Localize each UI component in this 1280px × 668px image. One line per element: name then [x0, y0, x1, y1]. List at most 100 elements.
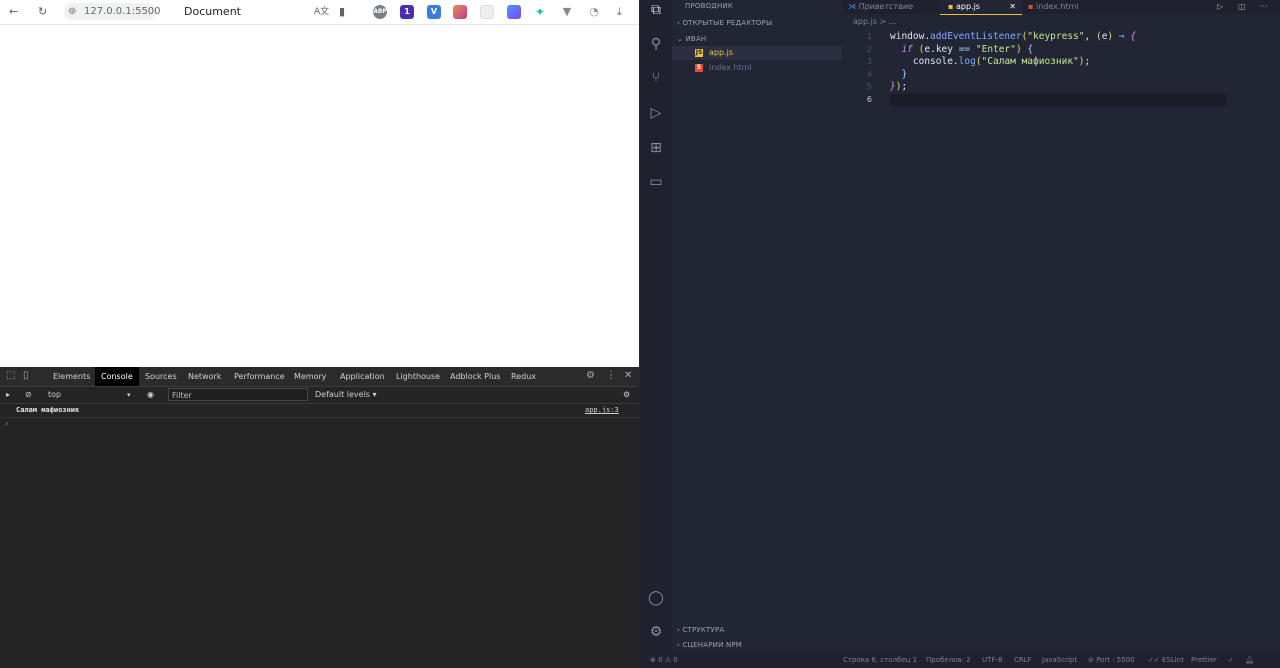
run-debug-icon[interactable]: ▷ [648, 105, 664, 121]
activity-bar: ⧉ ⚲ ⑂ ▷ ⊞ ▭ ◯ ⚙ [640, 0, 672, 652]
npm-scripts-section[interactable]: › СЦЕНАРИИ NPM [677, 641, 742, 649]
extensions-icon[interactable]: ⊞ [648, 140, 664, 156]
url-text: 127.0.0.1:5500 [84, 6, 161, 17]
language-mode[interactable]: JavaScript [1042, 655, 1077, 665]
search-icon[interactable]: ⚲ [648, 36, 664, 52]
tab-console[interactable]: Console [95, 367, 139, 386]
devtools-tab-bar: ⬚ ▯ Elements Console Sources Network Per… [0, 367, 639, 387]
tab-welcome[interactable]: ⋊ Приветствие [848, 0, 913, 14]
tab-redux[interactable]: Redux [511, 367, 536, 386]
file-item-index-html[interactable]: 5 index.html [672, 61, 842, 75]
abp-extension-icon[interactable]: ABP [373, 5, 387, 19]
chevron-down-icon[interactable]: ▾ [127, 389, 131, 401]
browser-toolbar: ← ↻ ⊕ 127.0.0.1:5500 Document A文 ▮ ABP 1… [0, 0, 639, 25]
feedback-icon[interactable]: ✓ [1228, 655, 1234, 665]
outline-section[interactable]: › СТРУКТУРА [677, 626, 724, 634]
console-log-row: Салам мафиозник app.js:3 [0, 404, 639, 418]
close-icon[interactable]: ✕ [624, 370, 632, 382]
extension-v-icon[interactable]: V [427, 5, 441, 19]
tab-application[interactable]: Application [340, 367, 385, 386]
line-ending[interactable]: CRLF [1014, 655, 1032, 665]
js-file-icon: ▪ [948, 2, 954, 11]
extension-square-icon[interactable] [507, 5, 521, 19]
npm-scripts-label: СЦЕНАРИИ NPM [682, 641, 743, 649]
extension-1-icon[interactable]: 1 [400, 5, 414, 19]
filter-input[interactable]: Filter [168, 388, 308, 401]
encoding[interactable]: UTF-8 [982, 655, 1002, 665]
tab-app-js[interactable]: ▪ app.js ✕ [940, 0, 1022, 15]
eslint-status[interactable]: ✓✓ ESLint [1148, 655, 1184, 665]
js-file-icon: JS [695, 49, 703, 57]
line-number: 2 [866, 44, 872, 54]
tab-lighthouse[interactable]: Lighthouse [396, 367, 440, 386]
current-line-highlight [890, 94, 1226, 106]
gear-icon[interactable]: ⚙ [586, 370, 595, 382]
account-icon[interactable]: ◯ [648, 590, 664, 606]
address-bar[interactable]: ⊕ 127.0.0.1:5500 [64, 3, 161, 20]
explorer-title: ПРОВОДНИК [685, 2, 734, 10]
code-line-5: }); [890, 81, 908, 92]
file-name: index.html [709, 63, 752, 72]
back-icon[interactable]: ← [9, 4, 18, 20]
bookmark-icon[interactable]: ▮ [339, 4, 345, 20]
sidebar-toggle-icon[interactable]: ▸ [6, 389, 10, 401]
eye-icon[interactable]: ◉ [147, 389, 154, 401]
tab-memory[interactable]: Memory [294, 367, 327, 386]
cursor-position[interactable]: Строка 6, столбец 1 [843, 655, 917, 665]
line-number: 1 [866, 32, 872, 41]
live-server-port[interactable]: ⊘ Port : 5500 [1088, 655, 1135, 665]
code-line-4: } [901, 68, 908, 80]
file-item-app-js[interactable]: JS app.js [672, 46, 842, 60]
clear-console-icon[interactable]: ⊘ [25, 389, 32, 401]
tab-performance[interactable]: Performance [234, 367, 285, 386]
folder-section[interactable]: ⌄ ИВАН [677, 35, 706, 43]
globe-icon: ⊕ [68, 6, 77, 17]
more-actions-icon[interactable]: ··· [1260, 0, 1268, 14]
tab-sources[interactable]: Sources [145, 367, 177, 386]
indentation[interactable]: Пробелов: 2 [926, 655, 971, 665]
source-control-icon[interactable]: ⑂ [648, 70, 664, 86]
tab-index-html[interactable]: ▪ index.html [1028, 0, 1079, 14]
remote-explorer-icon[interactable]: ▭ [648, 174, 664, 190]
tab-adblock-plus[interactable]: Adblock Plus [450, 367, 500, 386]
close-icon[interactable]: ✕ [1009, 0, 1016, 14]
clock-extension-icon[interactable]: ◔ [587, 5, 601, 19]
log-source-link[interactable]: app.js:3 [585, 406, 619, 414]
settings-gear-icon[interactable]: ⚙ [648, 624, 664, 640]
vue-extension-icon[interactable]: ▼ [560, 5, 574, 19]
translate-icon[interactable]: A文 [314, 4, 329, 20]
device-toggle-icon[interactable]: ▯ [23, 370, 29, 382]
tab-label: index.html [1035, 2, 1079, 11]
vscode-icon: ⋊ [848, 2, 856, 11]
extension-gradient-icon[interactable] [453, 5, 467, 19]
status-bar: ⊗ 0 ⚠ 0 Строка 6, столбец 1 Пробелов: 2 … [640, 652, 1280, 668]
prettier-status[interactable]: Prettier [1191, 655, 1217, 665]
console-settings-icon[interactable]: ⚙ [623, 389, 630, 401]
extension-blank-icon[interactable] [480, 5, 494, 19]
page-title: Document [184, 5, 241, 18]
reload-icon[interactable]: ↻ [38, 4, 47, 20]
breadcrumb[interactable]: app.js > ... [853, 16, 896, 28]
html-file-icon: ▪ [1028, 2, 1034, 11]
problems-indicator[interactable]: ⊗ 0 ⚠ 0 [650, 655, 678, 665]
open-editors-section[interactable]: › ОТКРЫТЫЕ РЕДАКТОРЫ [677, 19, 772, 27]
log-levels-dropdown[interactable]: Default levels ▾ [315, 389, 377, 401]
console-prompt[interactable]: › [5, 419, 8, 428]
tab-elements[interactable]: Elements [53, 367, 90, 386]
console-filter-bar: ▸ ⊘ top ▾ ◉ Filter Default levels ▾ ⚙ [0, 387, 639, 404]
code-line-2: if (e.key == "Enter") { [901, 43, 1034, 55]
hummingbird-extension-icon[interactable]: ✦ [533, 5, 547, 19]
notifications-icon[interactable]: 🔔︎ [1245, 655, 1254, 665]
split-editor-icon[interactable]: ◫ [1238, 0, 1246, 14]
tab-network[interactable]: Network [188, 367, 221, 386]
explorer-icon[interactable]: ⧉ [648, 2, 664, 18]
inspect-icon[interactable]: ⬚ [6, 370, 15, 382]
tab-label: app.js [955, 2, 980, 11]
context-selector[interactable]: top [48, 389, 61, 401]
run-icon[interactable]: ▷ [1217, 0, 1223, 14]
code-line-3: console.log("Салам мафиозник"); [890, 56, 1091, 67]
tab-label: Приветствие [858, 2, 914, 11]
code-editor[interactable]: 1 2 3 4 5 6 window.addEventListener("key… [842, 30, 1280, 630]
kebab-menu-icon[interactable]: ⋮ [606, 370, 616, 382]
download-icon[interactable]: ⤓ [617, 4, 622, 20]
